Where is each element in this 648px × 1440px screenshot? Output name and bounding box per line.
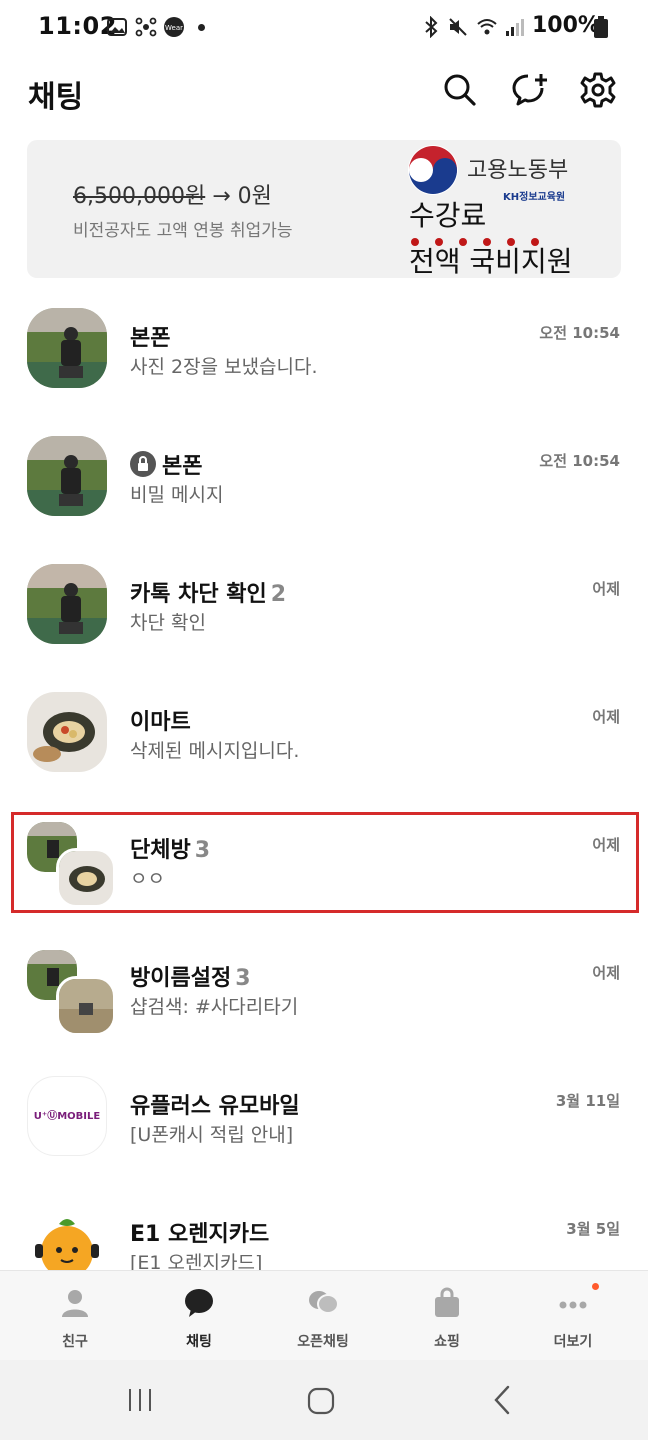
chat-time: 3월 11일 bbox=[555, 1092, 620, 1110]
chat-time: 오전 10:54 bbox=[539, 452, 620, 470]
settings-button[interactable] bbox=[578, 70, 618, 110]
member-count: 2 bbox=[270, 582, 287, 607]
chat-row[interactable]: 방이름설정 3 샵검색: #사다리타기 어제 bbox=[0, 918, 648, 1046]
nav-label: 쇼핑 bbox=[434, 1334, 460, 1350]
wear-icon: Wear bbox=[164, 17, 184, 37]
signal-icon bbox=[506, 19, 524, 36]
chat-row[interactable]: E1 오렌지카드 [E1 오렌지카드] 3월 5일 bbox=[0, 1174, 648, 1270]
profile-photo bbox=[27, 564, 107, 644]
chat-row[interactable]: 본폰 비밀 메시지 오전 10:54 bbox=[0, 406, 648, 534]
lock-icon bbox=[130, 451, 156, 477]
search-button[interactable] bbox=[440, 70, 480, 110]
nav-label: 친구 bbox=[62, 1334, 88, 1350]
profile-photo bbox=[27, 692, 107, 772]
banner-price: 6,500,000원 → 0원 bbox=[73, 178, 272, 210]
member-photo bbox=[56, 976, 116, 1036]
bluetooth-icon bbox=[425, 16, 438, 38]
chat-preview: 차단 확인 bbox=[130, 612, 206, 634]
nav-label: 채팅 bbox=[186, 1334, 212, 1350]
chat-time: 어제 bbox=[592, 708, 620, 726]
back-icon[interactable] bbox=[490, 1384, 514, 1416]
government-logo-icon bbox=[408, 145, 458, 195]
umobile-logo-text: U⁺ⓊMOBILE bbox=[33, 1111, 101, 1122]
chat-preview: [E1 오렌지카드] bbox=[130, 1252, 263, 1270]
new-badge-dot bbox=[592, 1283, 599, 1290]
chat-name: E1 오렌지카드 bbox=[130, 1222, 270, 1247]
system-navigation-bar bbox=[0, 1360, 648, 1440]
person-icon bbox=[62, 1290, 88, 1317]
svg-text:Wear: Wear bbox=[165, 24, 183, 32]
chat-row[interactable]: 이마트 삭제된 메시지입니다. 어제 bbox=[0, 662, 648, 790]
banner-old-price: 6,500,000원 bbox=[73, 184, 206, 209]
banner-partner-logo: KH정보교육원 bbox=[503, 192, 566, 203]
ad-banner[interactable]: 6,500,000원 → 0원 비전공자도 고액 연봉 취업가능 고용노동부 K… bbox=[27, 140, 621, 278]
bottom-nav: 친구 채팅 오픈채팅 쇼핑 더보기 bbox=[0, 1270, 648, 1361]
banner-headline-2: 전액 국비지원 bbox=[409, 245, 573, 278]
mute-icon bbox=[449, 18, 467, 36]
nav-chats[interactable]: 채팅 bbox=[144, 1283, 254, 1355]
chat-time: 어제 bbox=[592, 580, 620, 598]
chat-name: 본폰 bbox=[130, 448, 202, 480]
chat-name: 유플러스 유모바일 bbox=[130, 1094, 300, 1119]
chat-preview: 삭제된 메시지입니다. bbox=[130, 740, 300, 762]
chat-preview: 사진 2장을 보냈습니다. bbox=[130, 356, 318, 378]
chat-list: 본폰 사진 2장을 보냈습니다. 오전 10:54 본폰 비밀 메시지 오전 1… bbox=[0, 278, 648, 1270]
profile-photo bbox=[27, 436, 107, 516]
open-chat-icon bbox=[309, 1291, 339, 1314]
nav-label: 오픈채팅 bbox=[297, 1334, 349, 1350]
chat-preview: [U폰캐시 적립 안내] bbox=[130, 1124, 294, 1146]
nav-friends[interactable]: 친구 bbox=[20, 1283, 130, 1355]
chat-time: 어제 bbox=[592, 964, 620, 982]
settings-icon bbox=[580, 72, 616, 108]
e1-orange-logo bbox=[27, 1204, 107, 1270]
wifi-icon bbox=[477, 19, 497, 35]
highlight-box bbox=[11, 812, 639, 913]
chat-row[interactable]: U⁺ⓊMOBILE 유플러스 유모바일 [U폰캐시 적립 안내] 3월 11일 bbox=[0, 1046, 648, 1174]
banner-org-name: 고용노동부 bbox=[467, 158, 569, 183]
page-title: 채팅 bbox=[28, 80, 84, 115]
banner-subtitle: 비전공자도 고액 연봉 취업가능 bbox=[73, 221, 293, 241]
chat-row[interactable]: 본폰 사진 2장을 보냈습니다. 오전 10:54 bbox=[0, 278, 648, 406]
chat-time: 3월 5일 bbox=[566, 1220, 620, 1238]
banner-headline-1: 수강료 bbox=[409, 199, 487, 232]
recent-apps-icon[interactable] bbox=[126, 1386, 154, 1414]
dot-icon bbox=[198, 24, 205, 31]
nav-label: 더보기 bbox=[553, 1334, 593, 1350]
profile-photo bbox=[27, 308, 107, 388]
member-count: 3 bbox=[235, 966, 251, 991]
chat-name: 방이름설정 3 bbox=[130, 966, 251, 991]
more-icon bbox=[559, 1301, 587, 1309]
banner-arrow: → bbox=[212, 184, 231, 209]
battery-icon bbox=[594, 16, 608, 38]
chat-name: 이마트 bbox=[130, 710, 191, 735]
chat-preview: 비밀 메시지 bbox=[130, 484, 224, 506]
chat-name: 카톡 차단 확인 2 bbox=[130, 582, 287, 607]
battery-percent: 100% bbox=[532, 13, 600, 38]
nav-shopping[interactable]: 쇼핑 bbox=[392, 1283, 502, 1355]
new-chat-button[interactable] bbox=[510, 70, 550, 110]
new-chat-icon bbox=[512, 74, 547, 106]
search-icon bbox=[444, 74, 476, 106]
nav-more[interactable]: 더보기 bbox=[518, 1283, 628, 1355]
umobile-logo: U⁺ⓊMOBILE bbox=[27, 1076, 107, 1156]
chat-row[interactable]: 카톡 차단 확인 2 차단 확인 어제 bbox=[0, 534, 648, 662]
shopping-bag-icon bbox=[435, 1287, 459, 1317]
share-icon bbox=[135, 17, 157, 37]
home-icon[interactable] bbox=[306, 1386, 336, 1416]
banner-new-price: 0원 bbox=[237, 184, 272, 209]
nav-open-chat[interactable]: 오픈채팅 bbox=[268, 1283, 378, 1355]
chat-preview: 샵검색: #사다리타기 bbox=[130, 996, 299, 1018]
gallery-icon bbox=[107, 18, 127, 36]
chat-time: 오전 10:54 bbox=[539, 324, 620, 342]
chat-bubble-icon bbox=[185, 1289, 213, 1317]
status-bar: 11:02 Wear 100% bbox=[0, 0, 648, 56]
chat-name: 본폰 bbox=[130, 326, 171, 351]
